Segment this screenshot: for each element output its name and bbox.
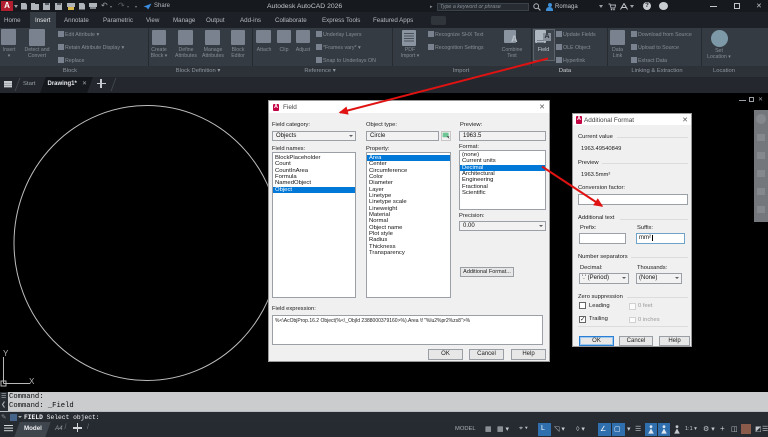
svg-text:X: X bbox=[29, 377, 35, 386]
svg-text:Y: Y bbox=[3, 349, 9, 358]
